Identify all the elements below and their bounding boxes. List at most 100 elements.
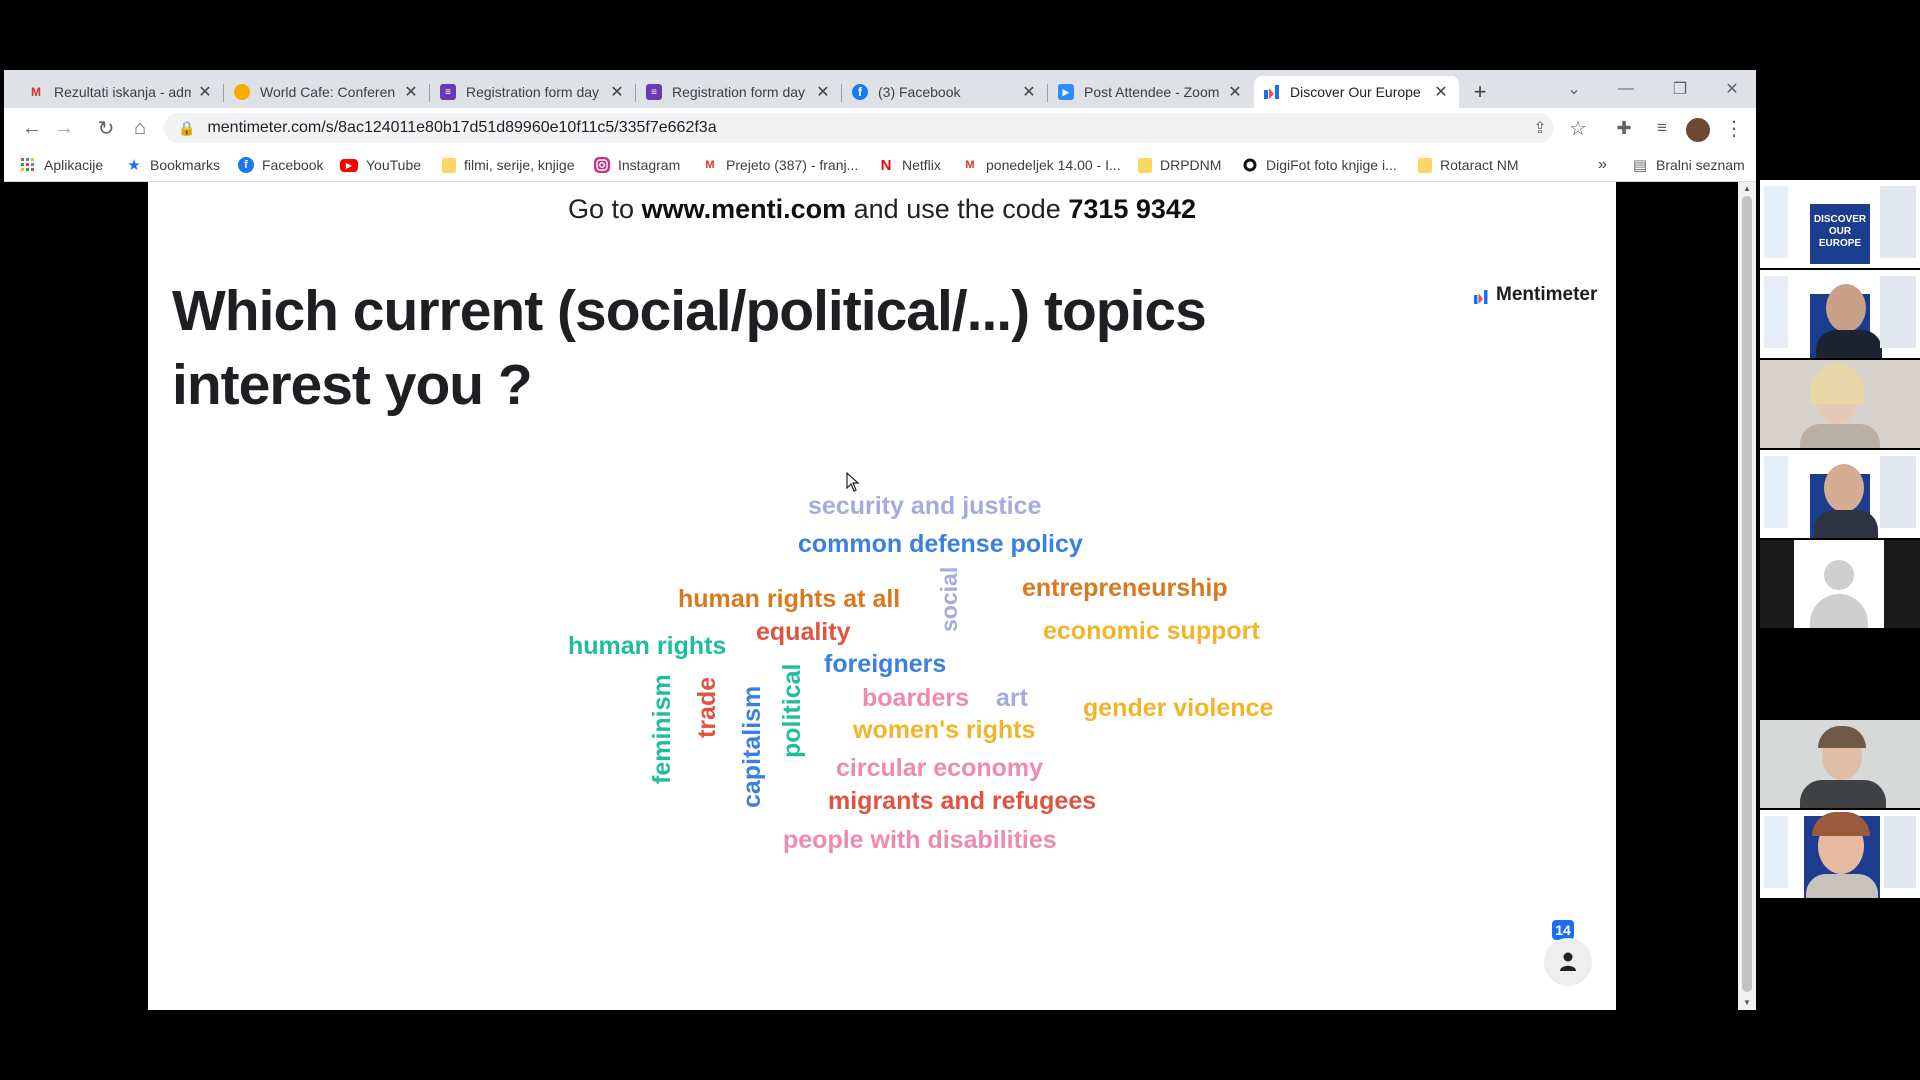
tab-registration-form-2[interactable]: ≡ Registration form day ✕ (636, 76, 841, 108)
word-people-with-disabilities: people with disabilities (783, 826, 1057, 854)
facebook-icon: f (238, 157, 254, 173)
desktop-screen: M Rezultati iskanja - adm ✕ World Cafe: … (0, 0, 1920, 1080)
participant-tile[interactable] (1760, 720, 1920, 808)
bookmark-filmi-serije-knjige[interactable]: filmi, serije, knjige (442, 154, 574, 176)
facebook-icon: f (852, 84, 868, 100)
poster-logos (1764, 186, 1788, 258)
word-migrants-and-refugees: migrants and refugees (828, 787, 1097, 815)
word-boarders: boarders (862, 684, 969, 712)
close-icon[interactable]: ✕ (1433, 82, 1449, 102)
address-bar[interactable]: 🔒 (164, 113, 1554, 143)
bookmark-digifot[interactable]: DigiFot foto knjige i... (1242, 154, 1397, 176)
close-icon[interactable]: ✕ (815, 82, 831, 102)
bookmark-netflix[interactable]: N Netflix (878, 154, 941, 176)
tab-zoom[interactable]: ▶ Post Attendee - Zoom ✕ (1048, 76, 1253, 108)
word-security-and-justice: security and justice (808, 492, 1042, 520)
reading-list-button[interactable]: ▤ Bralni seznam (1632, 154, 1745, 176)
mentimeter-slide: Go to www.menti.com and use the code 731… (148, 182, 1616, 1010)
word-economic-support: economic support (1043, 617, 1260, 645)
bookmark-instagram[interactable]: Instagram (594, 154, 680, 176)
reload-icon[interactable]: ↻ (92, 114, 120, 142)
back-arrow-icon[interactable]: ← (18, 114, 46, 142)
join-code-line: Go to www.menti.com and use the code 731… (568, 194, 1196, 224)
word-trade: trade (693, 676, 721, 738)
instagram-icon (594, 157, 610, 173)
participant-tile[interactable] (1760, 450, 1920, 538)
participant-tile[interactable] (1760, 540, 1920, 628)
restore-icon[interactable]: ❐ (1658, 74, 1702, 104)
close-icon[interactable]: ✕ (609, 82, 625, 102)
close-icon[interactable]: ✕ (403, 82, 419, 102)
bookmarks-bar: Aplikacije ★ Bookmarks f Facebook ▶ YouT… (4, 148, 1756, 182)
new-tab-button[interactable]: + (1466, 78, 1494, 106)
tab-world-cafe[interactable]: World Cafe: Conferen ✕ (224, 76, 429, 108)
word-social: social (936, 566, 962, 632)
more-bookmarks-button[interactable]: » (1598, 154, 1607, 176)
close-icon[interactable]: ✕ (1021, 82, 1037, 102)
zoom-icon: ▶ (1058, 84, 1074, 100)
minimize-icon[interactable]: — (1604, 74, 1648, 104)
bookmark-aplikacije[interactable]: Aplikacije (20, 154, 103, 176)
bookmark-facebook[interactable]: f Facebook (238, 154, 323, 176)
page-content: Go to www.menti.com and use the code 731… (4, 182, 1756, 1010)
word-capitalism: capitalism (738, 685, 766, 808)
gmail-icon: M (705, 159, 715, 171)
forward-arrow-icon[interactable]: → (50, 114, 78, 142)
bookmark-prejeto[interactable]: M Prejeto (387) - franj... (702, 154, 858, 176)
participant-tile[interactable] (1760, 270, 1920, 358)
tab-discover-our-europe[interactable]: Discover Our Europe ✕ (1254, 76, 1459, 108)
window-close-icon[interactable]: ✕ (1710, 74, 1754, 104)
mentimeter-logo: Mentimeter (1474, 284, 1597, 306)
browser-window: M Rezultati iskanja - adm ✕ World Cafe: … (4, 70, 1756, 1010)
google-forms-icon: ≡ (646, 84, 662, 100)
share-icon[interactable]: ⇪ (1526, 114, 1554, 142)
word-womens-rights: women's rights (853, 716, 1036, 744)
join-code: 7315 9342 (1068, 194, 1196, 224)
participant-face (1824, 464, 1864, 512)
participant-tile[interactable] (1760, 360, 1920, 448)
scrollbar-thumb[interactable] (1742, 196, 1752, 992)
word-common-defense-policy: common defense policy (798, 530, 1083, 558)
bookmark-drpdnm[interactable]: DRPDNM (1138, 154, 1221, 176)
tab-registration-form-1[interactable]: ≡ Registration form day ✕ (430, 76, 635, 108)
vertical-scrollbar[interactable]: ▲ ▼ (1738, 182, 1756, 1010)
home-icon[interactable]: ⌂ (126, 114, 154, 142)
bookmark-star-icon[interactable]: ☆ (1564, 114, 1592, 142)
bookmark-bookmarks[interactable]: ★ Bookmarks (126, 154, 220, 176)
reading-list-icon: ▤ (1632, 157, 1648, 174)
tab-facebook[interactable]: f (3) Facebook ✕ (842, 76, 1047, 108)
lock-icon[interactable]: 🔒 (178, 120, 195, 137)
participants-button[interactable] (1544, 938, 1592, 986)
participant-tile[interactable] (1760, 810, 1920, 898)
profile-avatar[interactable] (1686, 118, 1710, 142)
scroll-up-icon[interactable]: ▲ (1743, 184, 1751, 193)
word-gender-violence: gender violence (1083, 694, 1274, 722)
bookmark-ponedeljek[interactable]: M ponedeljek 14.00 - I... (962, 154, 1120, 176)
bookmark-youtube[interactable]: ▶ YouTube (340, 154, 421, 176)
word-political: political (778, 663, 806, 758)
word-foreigners: foreigners (824, 650, 947, 678)
tab-gmail-search[interactable]: M Rezultati iskanja - adm ✕ (18, 76, 223, 108)
word-human-rights-at-all: human rights at all (678, 585, 901, 613)
word-equality: equality (756, 618, 851, 646)
gmail-icon: M (965, 159, 975, 171)
scroll-down-icon[interactable]: ▼ (1743, 998, 1751, 1007)
folder-icon (442, 157, 456, 173)
participant-tile[interactable]: DISCOVER OUR EUROPE (1760, 180, 1920, 268)
close-icon[interactable]: ✕ (197, 82, 213, 102)
close-icon[interactable]: ✕ (1227, 82, 1243, 102)
more-menu-icon[interactable]: ⋮ (1720, 114, 1748, 142)
folder-icon (1138, 157, 1152, 173)
world-cafe-icon (234, 84, 250, 100)
extensions-puzzle-icon[interactable]: ✚ (1610, 114, 1638, 142)
menti-url: www.menti.com (641, 194, 847, 224)
tab-strip: M Rezultati iskanja - adm ✕ World Cafe: … (4, 70, 1756, 108)
mentimeter-icon (1474, 288, 1488, 304)
word-entrepreneurship: entrepreneurship (1022, 574, 1228, 602)
word-human-rights: human rights (568, 632, 727, 660)
apps-grid-icon (20, 157, 36, 173)
bookmark-rotaract-nm[interactable]: Rotaract NM (1418, 154, 1519, 176)
media-playlist-icon[interactable]: ≡ (1648, 114, 1676, 142)
tab-search-chevron-icon[interactable]: ⌄ (1552, 74, 1596, 104)
url-input[interactable] (207, 119, 1408, 137)
